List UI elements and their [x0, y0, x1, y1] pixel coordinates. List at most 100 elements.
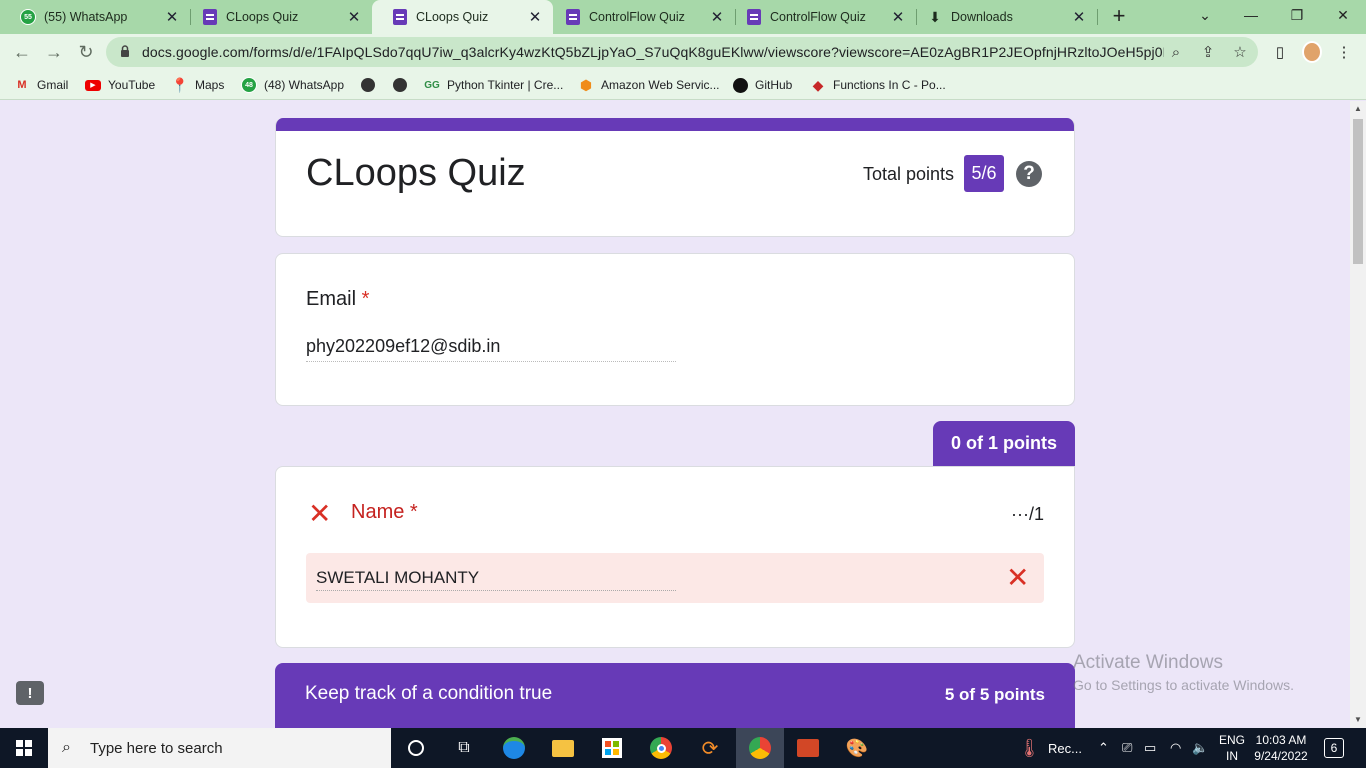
tab-cloops-quiz-active[interactable]: CLoops Quiz ✕ — [372, 0, 553, 34]
bookmark-youtube[interactable]: ▶ YouTube — [85, 76, 155, 94]
title-card-accent-bar — [276, 118, 1074, 131]
tab-label: Downloads — [951, 10, 1013, 24]
search-icon: ⌕ — [62, 739, 71, 756]
region-code: IN — [1226, 749, 1238, 763]
forward-arrow-icon[interactable]: → — [42, 40, 66, 64]
bookmark-whatsapp[interactable]: 48 (48) WhatsApp — [241, 76, 344, 94]
sublime-text-icon[interactable]: ⟳ — [698, 736, 722, 760]
help-icon[interactable]: ? — [1016, 161, 1042, 187]
name-question-label: Name * — [351, 501, 418, 523]
bookmark-globe-1[interactable] — [360, 76, 383, 94]
file-explorer-icon[interactable] — [551, 736, 575, 760]
total-score-badge: 5/6 — [964, 155, 1004, 192]
meet-now-icon[interactable]: ⎚ — [1122, 728, 1132, 768]
bookmarks-bar: M Gmail ▶ YouTube 📍 Maps 48 (48) WhatsAp… — [0, 70, 1366, 100]
tray-app-label[interactable]: Rec... — [1048, 728, 1082, 768]
input-language[interactable]: ENG IN — [1219, 728, 1245, 768]
close-icon[interactable]: ✕ — [346, 9, 362, 26]
tray-thermometer-icon[interactable]: 🌡 — [1018, 728, 1041, 768]
close-icon[interactable]: ✕ — [890, 9, 906, 26]
github-icon — [732, 77, 748, 93]
required-asterisk: * — [409, 501, 418, 523]
tab-downloads[interactable]: ⬇ Downloads ✕ — [907, 0, 1097, 34]
page-title: CLoops Quiz — [306, 152, 526, 194]
bookmark-gmail[interactable]: M Gmail — [14, 76, 68, 94]
bookmark-aws[interactable]: ⬢ Amazon Web Servic... — [578, 76, 720, 94]
required-asterisk: * — [361, 288, 370, 310]
window-close-icon[interactable]: ✕ — [1320, 0, 1366, 30]
incorrect-answer-x-icon: ✕ — [1006, 562, 1030, 593]
tab-cloops-quiz-1[interactable]: CLoops Quiz ✕ — [182, 0, 372, 34]
bookmark-functions-in-c[interactable]: ◆ Functions In C - Po... — [810, 76, 946, 94]
scroll-up-arrow-icon[interactable]: ▲ — [1353, 104, 1363, 114]
close-icon[interactable]: ✕ — [164, 9, 180, 26]
paint-icon[interactable]: 🎨 — [845, 736, 869, 760]
bookmark-star-icon[interactable]: ☆ — [1230, 42, 1250, 62]
url-text[interactable]: docs.google.com/forms/d/e/1FAIpQLSdo7qqU… — [142, 44, 1164, 60]
section-points: 5 of 5 points — [944, 685, 1045, 704]
taskbar-search-box[interactable]: ⌕ Type here to search — [48, 728, 391, 768]
whatsapp-icon: 55 — [20, 9, 36, 25]
edge-icon[interactable] — [502, 736, 526, 760]
side-panel-icon[interactable]: ▯ — [1270, 42, 1290, 62]
tab-whatsapp[interactable]: 55 (55) WhatsApp ✕ — [0, 0, 190, 34]
download-icon: ⬇ — [929, 8, 941, 25]
chrome-icon[interactable] — [649, 736, 673, 760]
reload-icon[interactable]: ↻ — [74, 40, 98, 64]
browser-tab-strip: 55 (55) WhatsApp ✕ CLoops Quiz ✕ CLoops … — [0, 0, 1366, 34]
whatsapp-icon: 48 — [241, 77, 257, 93]
zoom-icon[interactable]: ⌕ — [1166, 42, 1186, 62]
volume-icon[interactable]: 🔈 — [1192, 728, 1208, 768]
new-tab-plus-icon[interactable]: + — [1108, 5, 1130, 28]
scrollbar-thumb[interactable] — [1353, 119, 1363, 264]
battery-icon[interactable]: ▭ — [1144, 728, 1156, 768]
back-arrow-icon[interactable]: ← — [10, 40, 34, 64]
google-forms-icon — [202, 9, 218, 25]
total-points-label: Total points — [863, 164, 955, 184]
tab-label: (55) WhatsApp — [44, 10, 128, 24]
bookmark-globe-2[interactable] — [392, 76, 415, 94]
close-icon[interactable]: ✕ — [709, 9, 725, 26]
google-forms-icon — [746, 9, 762, 25]
windows-start-icon[interactable] — [16, 740, 32, 756]
microsoft-store-icon[interactable] — [600, 736, 624, 760]
geeksforgeeks-icon: GG — [424, 79, 440, 91]
youtube-icon: ▶ — [85, 77, 101, 93]
google-forms-icon — [392, 9, 408, 25]
activate-windows-watermark: Activate Windows — [1073, 652, 1223, 673]
chrome-profile-active-icon[interactable] — [736, 728, 784, 768]
bookmark-python-tkinter[interactable]: GG Python Tkinter | Cre... — [424, 76, 563, 94]
search-placeholder: Type here to search — [90, 739, 223, 757]
minimize-icon[interactable]: — — [1228, 0, 1274, 30]
restore-icon[interactable]: ❐ — [1274, 0, 1320, 30]
bookmark-maps[interactable]: 📍 Maps — [171, 76, 224, 94]
scroll-down-arrow-icon[interactable]: ▼ — [1353, 715, 1363, 725]
show-hidden-icons-chevron-icon[interactable]: ⌃ — [1098, 728, 1109, 768]
tab-search-chevron-down-icon[interactable]: ⌄ — [1182, 0, 1228, 30]
cortana-circle-icon[interactable] — [404, 736, 428, 760]
tab-controlflow-quiz-1[interactable]: ControlFlow Quiz ✕ — [545, 0, 735, 34]
gmail-icon: M — [17, 79, 27, 91]
name-answer: SWETALI MOHANTY — [316, 568, 676, 591]
taskbar-clock[interactable]: 10:03 AM 9/24/2022 — [1252, 732, 1310, 764]
page-scrollbar[interactable]: ▲ ▼ — [1350, 101, 1366, 728]
wifi-icon[interactable]: ◠ — [1170, 728, 1181, 768]
incorrect-x-icon: ✕ — [308, 498, 332, 529]
close-icon[interactable]: ✕ — [1071, 9, 1087, 26]
notification-center-icon[interactable]: 6 — [1324, 738, 1344, 758]
bookmark-github[interactable]: GitHub — [732, 76, 792, 94]
aws-icon: ⬢ — [579, 76, 593, 93]
address-bar[interactable]: docs.google.com/forms/d/e/1FAIpQLSdo7qqU… — [106, 37, 1258, 67]
tab-controlflow-quiz-2[interactable]: ControlFlow Quiz ✕ — [726, 0, 916, 34]
share-icon[interactable]: ⇪ — [1198, 42, 1218, 62]
tab-divider — [1097, 9, 1098, 25]
diamond-icon: ◆ — [812, 76, 824, 93]
globe-icon — [392, 77, 408, 93]
task-view-icon[interactable]: ⧉ — [452, 736, 476, 760]
close-icon[interactable]: ✕ — [527, 9, 543, 26]
report-feedback-icon[interactable]: ! — [16, 681, 44, 705]
profile-avatar[interactable] — [1302, 41, 1322, 63]
powerpoint-icon[interactable] — [796, 736, 820, 760]
lock-icon[interactable] — [120, 45, 130, 57]
kebab-menu-icon[interactable]: ⋮ — [1334, 42, 1354, 62]
